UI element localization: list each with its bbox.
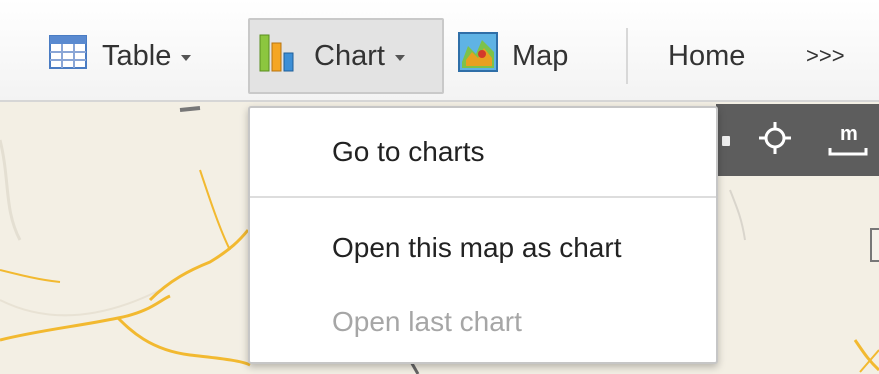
more-label: >>>	[806, 43, 845, 68]
chevron-down-icon	[181, 55, 192, 61]
map-thumbnail-icon	[458, 32, 498, 80]
home-link[interactable]: Home	[668, 18, 745, 94]
chart-label: Chart	[314, 39, 385, 72]
map-scale-box	[870, 228, 879, 262]
crosshair-icon[interactable]	[758, 121, 792, 155]
toolbar-divider	[626, 28, 628, 84]
map-button[interactable]: Map	[458, 18, 568, 94]
chart-button[interactable]: Chart	[248, 18, 444, 94]
menu-divider	[250, 196, 716, 198]
chart-dropdown-menu: Go to charts Open this map as chart Open…	[248, 106, 718, 364]
home-label: Home	[668, 39, 746, 72]
menu-item-open-map-as-chart[interactable]: Open this map as chart	[332, 232, 621, 264]
toolbar: Table Chart Map Home >>>	[0, 0, 879, 102]
ruler-label: m	[840, 123, 858, 145]
chevron-down-icon	[394, 55, 405, 61]
table-button[interactable]: Table	[48, 18, 192, 94]
map-label: Map	[512, 39, 569, 72]
menu-item-open-last-chart: Open last chart	[332, 306, 522, 337]
more-link[interactable]: >>>	[806, 18, 845, 94]
bar-chart-icon	[256, 31, 300, 81]
menu-item-go-to-charts[interactable]: Go to charts	[332, 136, 485, 168]
app-stage: m Table Chart Map Home >>> Go to charts …	[0, 0, 879, 374]
table-label: Table	[102, 39, 172, 72]
table-grid-icon	[48, 34, 88, 78]
map-control-marker	[722, 136, 730, 146]
ruler-icon[interactable]: m	[826, 118, 870, 158]
